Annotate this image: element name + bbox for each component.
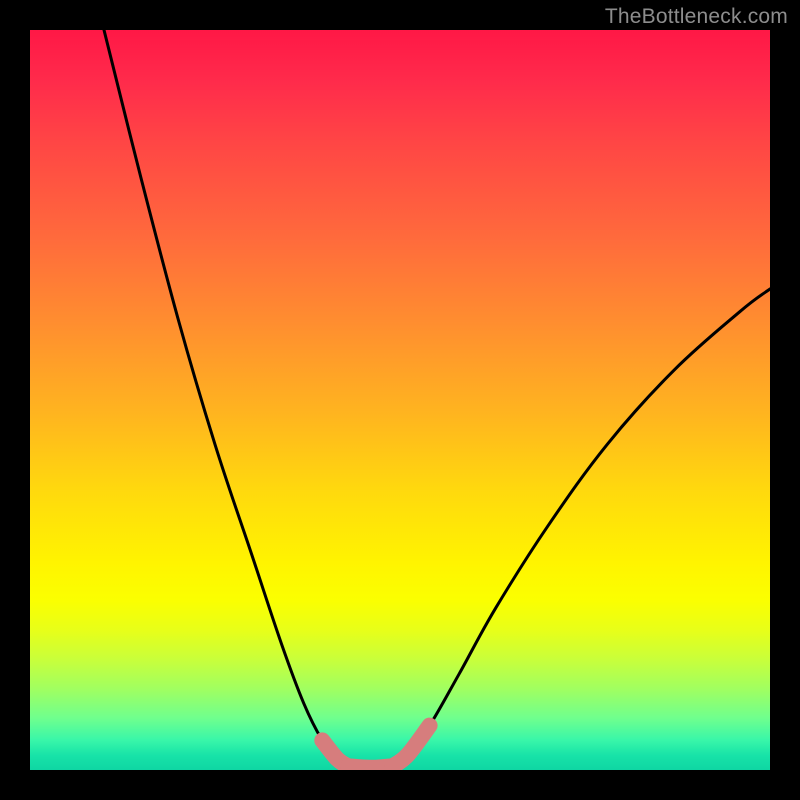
series-group — [104, 30, 770, 768]
plot-area — [30, 30, 770, 770]
chart-frame: TheBottleneck.com — [0, 0, 800, 800]
watermark-text: TheBottleneck.com — [605, 5, 788, 29]
curve-layer — [30, 30, 770, 770]
curve-right-rising-curve — [393, 289, 770, 766]
curve-left-falling-curve — [104, 30, 348, 766]
highlight-highlight-right-tip — [393, 726, 430, 767]
